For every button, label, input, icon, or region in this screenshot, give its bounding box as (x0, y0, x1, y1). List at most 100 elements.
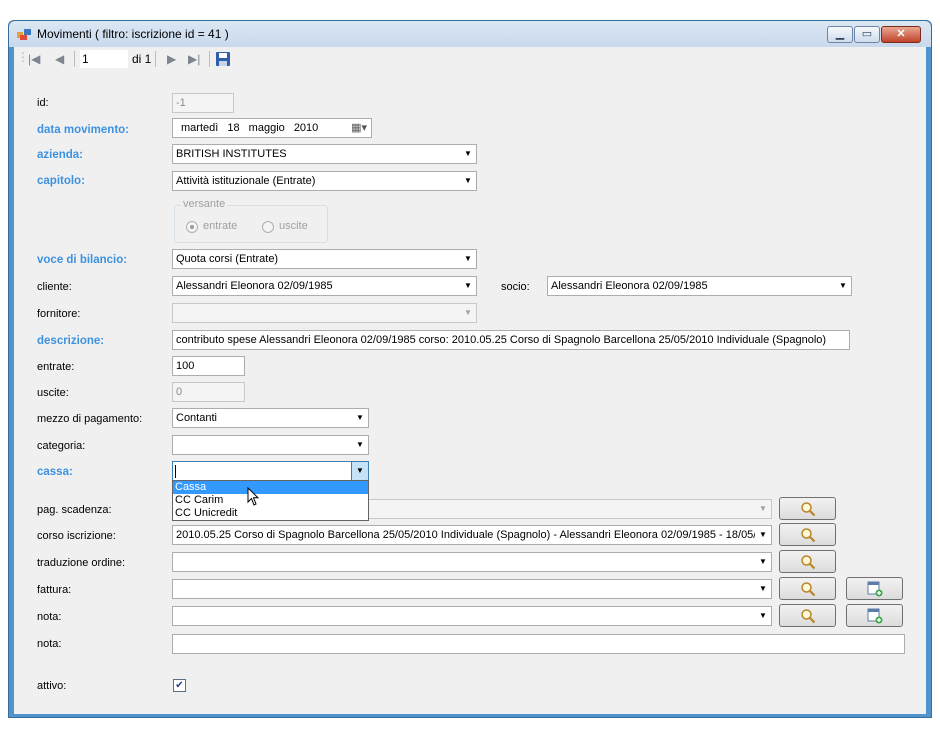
chevron-down-icon[interactable]: ▼ (351, 462, 368, 480)
label-entrate: entrate: (37, 361, 75, 373)
search-icon (801, 502, 816, 517)
record-position-input[interactable]: 1 (80, 50, 128, 68)
radio-entrate[interactable] (186, 221, 198, 233)
label-socio: socio: (501, 281, 530, 293)
date-day: 18 (227, 122, 240, 134)
text-caret (175, 465, 176, 478)
toolbar-separator (74, 51, 75, 67)
id-field[interactable]: -1 (172, 93, 234, 113)
cliente-combo[interactable]: Alessandri Eleonora 02/09/1985 ▼ (172, 276, 477, 296)
nota-search-button[interactable] (779, 604, 836, 627)
nota-combo[interactable]: ▼ (172, 606, 772, 626)
fornitore-combo[interactable]: ▼ (172, 303, 477, 323)
app-icon (17, 29, 31, 40)
label-corso-iscrizione: corso iscrizione: (37, 530, 116, 542)
azienda-value: BRITISH INSTITUTES (176, 148, 287, 160)
search-icon (801, 528, 816, 543)
label-capitolo: capitolo: (37, 175, 85, 187)
next-record-icon[interactable]: ▶ (167, 52, 176, 66)
fattura-search-button[interactable] (779, 577, 836, 600)
mezzo-di-pagamento-combo[interactable]: Contanti ▼ (172, 408, 369, 428)
chevron-down-icon[interactable]: ▼ (835, 277, 851, 295)
date-year: 2010 (293, 122, 319, 134)
radio-entrate-label: entrate (203, 220, 238, 232)
chevron-down-icon[interactable]: ▼ (460, 304, 476, 322)
pag-scadenza-search-button[interactable] (779, 497, 836, 520)
new-record-icon (867, 581, 883, 597)
voce-di-bilancio-value: Quota corsi (Entrate) (176, 253, 279, 265)
fattura-combo[interactable]: ▼ (172, 579, 772, 599)
attivo-checkbox[interactable]: ✔ (173, 679, 186, 692)
app-window: Movimenti ( filtro: iscrizione id = 41 )… (8, 20, 932, 718)
socio-combo[interactable]: Alessandri Eleonora 02/09/1985 ▼ (547, 276, 852, 296)
label-nota-combo: nota: (37, 611, 62, 623)
label-traduzione-ordine: traduzione ordine: (37, 557, 126, 569)
descrizione-field[interactable]: contributo spese Alessandri Eleonora 02/… (172, 330, 850, 350)
corso-iscrizione-combo[interactable]: 2010.05.25 Corso di Spagnolo Barcellona … (172, 525, 772, 545)
window-title: Movimenti ( filtro: iscrizione id = 41 ) (37, 27, 229, 41)
label-mezzo-di-pagamento: mezzo di pagamento: (37, 413, 143, 425)
capitolo-combo[interactable]: Attività istituzionale (Entrate) ▼ (172, 171, 477, 191)
checkmark-icon: ✔ (175, 680, 184, 691)
toolbar-separator (155, 51, 156, 67)
chevron-down-icon[interactable]: ▼ (755, 526, 771, 544)
label-fornitore: fornitore: (37, 308, 81, 320)
label-data-movimento: data movimento: (37, 124, 130, 136)
date-weekday: martedì (181, 122, 219, 134)
voce-di-bilancio-combo[interactable]: Quota corsi (Entrate) ▼ (172, 249, 477, 269)
cassa-dropdown-list[interactable]: Cassa CC Carim CC Unicredit (172, 480, 369, 521)
nota-new-button[interactable] (846, 604, 903, 627)
nota-text-field[interactable] (172, 634, 905, 654)
data-movimento-picker[interactable]: martedì 18 maggio 2010 ▦▾ (172, 118, 372, 138)
minimize-button[interactable]: ▁ (827, 26, 853, 43)
chevron-down-icon[interactable]: ▼ (755, 500, 771, 518)
chevron-down-icon[interactable]: ▼ (352, 409, 368, 427)
last-record-icon[interactable]: ▶| (188, 52, 200, 66)
label-categoria: categoria: (37, 440, 86, 452)
dropdown-option-cc-carim[interactable]: CC Carim (173, 494, 368, 507)
chevron-down-icon[interactable]: ▼ (460, 277, 476, 295)
chevron-down-icon[interactable]: ▼ (352, 436, 368, 454)
traduzione-ordine-search-button[interactable] (779, 550, 836, 573)
traduzione-ordine-combo[interactable]: ▼ (172, 552, 772, 572)
capitolo-value: Attività istituzionale (Entrate) (176, 175, 316, 187)
corso-iscrizione-search-button[interactable] (779, 523, 836, 546)
chevron-down-icon[interactable]: ▼ (755, 607, 771, 625)
binding-navigator: ⋮ |◀ ◀ 1 di 1 ▶ ▶| (14, 47, 926, 71)
label-voce-di-bilancio: voce di bilancio: (37, 254, 128, 266)
uscite-field[interactable]: 0 (172, 382, 245, 402)
entrate-field[interactable]: 100 (172, 356, 245, 376)
chevron-down-icon[interactable]: ▼ (460, 172, 476, 190)
versante-legend: versante (181, 198, 228, 210)
mezzo-di-pagamento-value: Contanti (176, 412, 217, 424)
azienda-combo[interactable]: BRITISH INSTITUTES ▼ (172, 144, 477, 164)
label-fattura: fattura: (37, 584, 72, 596)
chevron-down-icon[interactable]: ▼ (460, 145, 476, 163)
cliente-value: Alessandri Eleonora 02/09/1985 (176, 280, 333, 292)
title-bar[interactable]: Movimenti ( filtro: iscrizione id = 41 )… (9, 21, 931, 47)
cassa-combo[interactable]: ▼ (172, 461, 369, 481)
chevron-down-icon[interactable]: ▼ (755, 580, 771, 598)
categoria-combo[interactable]: ▼ (172, 435, 369, 455)
label-attivo: attivo: (37, 680, 67, 692)
chevron-down-icon[interactable]: ▼ (755, 553, 771, 571)
radio-uscite[interactable] (262, 221, 274, 233)
chevron-down-icon[interactable]: ▼ (460, 250, 476, 268)
label-cliente: cliente: (37, 281, 72, 293)
previous-record-icon[interactable]: ◀ (55, 52, 64, 66)
mouse-cursor-icon (247, 487, 260, 506)
dropdown-option-cassa[interactable]: Cassa (173, 481, 368, 494)
socio-value: Alessandri Eleonora 02/09/1985 (551, 280, 708, 292)
new-record-icon (867, 608, 883, 624)
dropdown-option-cc-unicredit[interactable]: CC Unicredit (173, 507, 368, 520)
calendar-icon[interactable]: ▦▾ (351, 119, 367, 137)
toolbar-separator (209, 51, 210, 67)
label-descrizione: descrizione: (37, 335, 105, 347)
form-client-area: ⋮ |◀ ◀ 1 di 1 ▶ ▶| id: data movimento: a… (14, 47, 926, 714)
save-icon[interactable] (216, 52, 230, 66)
maximize-button[interactable]: ▭ (854, 26, 880, 43)
label-cassa: cassa: (37, 466, 73, 478)
first-record-icon[interactable]: |◀ (28, 52, 40, 66)
fattura-new-button[interactable] (846, 577, 903, 600)
close-button[interactable]: ✕ (881, 26, 921, 43)
